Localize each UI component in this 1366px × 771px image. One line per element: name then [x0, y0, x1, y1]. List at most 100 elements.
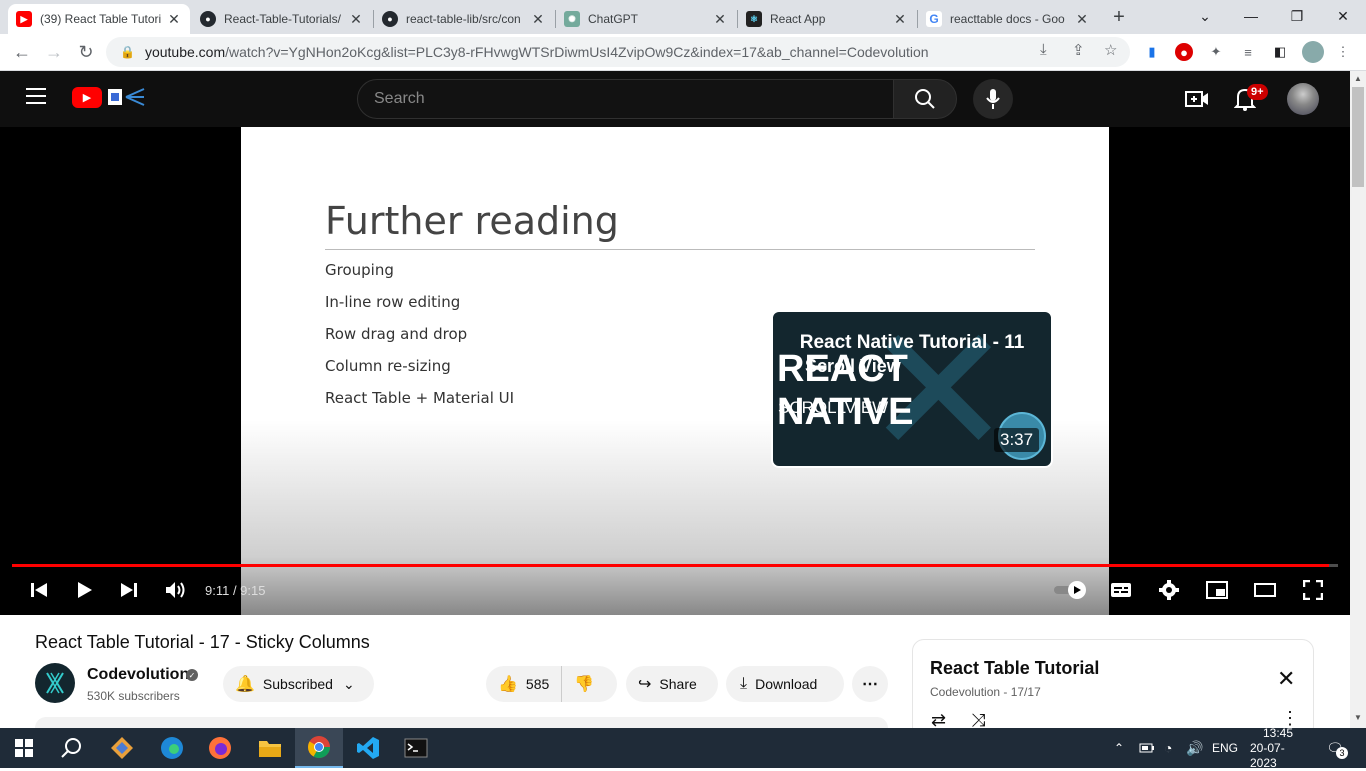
taskbar-app-vscode[interactable]: [344, 728, 392, 768]
share-button[interactable]: ↪ Share: [626, 666, 718, 702]
description-box[interactable]: [35, 717, 888, 728]
create-video-button[interactable]: [1185, 89, 1209, 114]
play-button[interactable]: [74, 578, 96, 602]
search-input[interactable]: Search: [357, 79, 894, 119]
vscode-icon: [357, 737, 379, 759]
restore-button[interactable]: ❐: [1274, 0, 1320, 32]
autoplay-toggle[interactable]: [1053, 578, 1089, 602]
mute-button[interactable]: [164, 578, 188, 602]
clock[interactable]: 13:45 20-07-2023: [1250, 725, 1306, 770]
terminal-icon: [404, 738, 428, 758]
address-bar[interactable]: 🔒 youtube.com/watch?v=YgNHon2oKcg&list=P…: [106, 37, 1130, 67]
profile-avatar[interactable]: [1302, 41, 1324, 63]
show-hidden-icons[interactable]: ⌃: [1114, 728, 1124, 768]
video-player[interactable]: Further reading Grouping In-line row edi…: [0, 127, 1350, 615]
extension-docs-icon[interactable]: ▮: [1143, 43, 1161, 61]
close-icon[interactable]: ✕: [348, 11, 364, 28]
taskbar-app-gitkraken[interactable]: [98, 728, 146, 768]
menu-kebab-icon[interactable]: ⋮: [1334, 43, 1352, 61]
codevolution-logo-icon: [46, 672, 64, 694]
doodle-logo-icon[interactable]: [106, 85, 146, 109]
tab-github-tutorials[interactable]: ● React-Table-Tutorials/ ✕: [192, 4, 372, 34]
search-button[interactable]: [893, 79, 957, 119]
firefox-icon: [209, 737, 231, 759]
next-button[interactable]: [118, 578, 140, 602]
download-button[interactable]: ⤓ Download: [726, 666, 844, 702]
download-icon: ⤓: [740, 675, 748, 692]
subscribed-button[interactable]: 🔔 Subscribed ⌄: [223, 666, 374, 702]
start-button[interactable]: [0, 728, 48, 768]
slide-bullet: Row drag and drop: [325, 325, 468, 343]
scroll-down-icon[interactable]: ▼: [1354, 713, 1362, 722]
scroll-up-icon[interactable]: ▲: [1354, 74, 1362, 83]
tab-chatgpt[interactable]: ✺ ChatGPT ✕: [556, 4, 736, 34]
media-queue-icon[interactable]: ≡: [1239, 43, 1257, 61]
google-icon: G: [926, 11, 942, 27]
forward-button[interactable]: →: [40, 38, 68, 66]
tab-youtube[interactable]: ▶ (39) React Table Tutori ✕: [8, 4, 190, 34]
miniplayer-button[interactable]: [1204, 578, 1230, 602]
back-button[interactable]: ←: [8, 38, 36, 66]
channel-avatar[interactable]: [35, 663, 75, 703]
account-avatar[interactable]: [1287, 83, 1319, 115]
scrollbar-thumb[interactable]: [1352, 87, 1364, 187]
tab-title: reacttable docs - Goo: [950, 12, 1065, 26]
endcard-duration: 3:37: [994, 428, 1040, 452]
minimize-button[interactable]: —: [1228, 0, 1274, 32]
youtube-logo[interactable]: ▶: [72, 87, 102, 108]
settings-button[interactable]: [1156, 578, 1182, 602]
extensions-puzzle-icon[interactable]: ✦: [1207, 43, 1225, 61]
close-icon[interactable]: ✕: [892, 11, 908, 28]
new-tab-button[interactable]: +: [1108, 6, 1130, 28]
close-icon[interactable]: ✕: [1277, 666, 1295, 692]
battery-icon[interactable]: [1139, 728, 1155, 768]
channel-name[interactable]: Codevolution: [87, 666, 189, 684]
close-icon[interactable]: ✕: [530, 11, 546, 28]
install-app-icon[interactable]: ⤓: [1040, 41, 1047, 58]
share-icon[interactable]: ⇪: [1072, 41, 1085, 59]
fullscreen-button[interactable]: [1300, 578, 1326, 602]
language-indicator[interactable]: ENG: [1212, 728, 1238, 768]
share-arrow-icon: ↪: [638, 676, 652, 693]
side-panel-icon[interactable]: ◧: [1271, 43, 1289, 61]
playlist-title[interactable]: React Table Tutorial: [930, 658, 1099, 679]
tab-search-button[interactable]: ⌄: [1182, 0, 1228, 32]
close-icon[interactable]: ✕: [1074, 11, 1090, 28]
previous-icon: [31, 583, 47, 597]
close-icon[interactable]: ✕: [166, 11, 182, 28]
page-scrollbar[interactable]: ▲ ▼: [1350, 71, 1366, 728]
clock-time: 13:45: [1262, 725, 1294, 740]
clock-date: 20-07-2023: [1250, 740, 1285, 770]
like-button[interactable]: 👍 585: [486, 666, 563, 702]
reload-button[interactable]: ↻: [72, 38, 100, 66]
endscreen-video-card[interactable]: ✕ REACT NATIVE React Native Tutorial - 1…: [771, 310, 1053, 468]
taskbar-app-terminal[interactable]: [392, 728, 440, 768]
wifi-icon[interactable]: ◔: [1164, 728, 1172, 768]
taskbar-app-firefox[interactable]: [196, 728, 244, 768]
fullscreen-icon: [1303, 580, 1323, 600]
more-actions-button[interactable]: ⋯: [852, 666, 888, 702]
close-icon[interactable]: ✕: [712, 11, 728, 28]
dislike-button[interactable]: 👎: [562, 666, 594, 702]
subtitles-icon: [1111, 583, 1131, 597]
subscriber-count: 530K subscribers: [87, 689, 180, 703]
slide-divider: [325, 249, 1035, 250]
progress-bar[interactable]: [12, 564, 1338, 567]
taskbar-app-edge[interactable]: [148, 728, 196, 768]
bookmark-star-icon[interactable]: ☆: [1104, 41, 1117, 59]
taskbar-app-chrome[interactable]: [295, 728, 343, 768]
hamburger-menu-icon[interactable]: [26, 88, 46, 104]
speaker-icon[interactable]: 🔊: [1186, 728, 1203, 768]
notification-badge: 9+: [1247, 84, 1268, 100]
subtitles-button[interactable]: [1108, 578, 1134, 602]
taskbar-app-explorer[interactable]: [246, 728, 294, 768]
theater-mode-button[interactable]: [1252, 578, 1278, 602]
extension-red-icon[interactable]: ●: [1175, 43, 1193, 61]
tab-github-lib[interactable]: ● react-table-lib/src/con ✕: [374, 4, 554, 34]
tab-google[interactable]: G reacttable docs - Goo ✕: [918, 4, 1098, 34]
voice-search-button[interactable]: [973, 79, 1013, 119]
close-window-button[interactable]: ✕: [1320, 0, 1366, 32]
previous-button[interactable]: [28, 578, 50, 602]
tab-react-app[interactable]: ⚛ React App ✕: [738, 4, 916, 34]
taskbar-search-button[interactable]: [48, 728, 96, 768]
